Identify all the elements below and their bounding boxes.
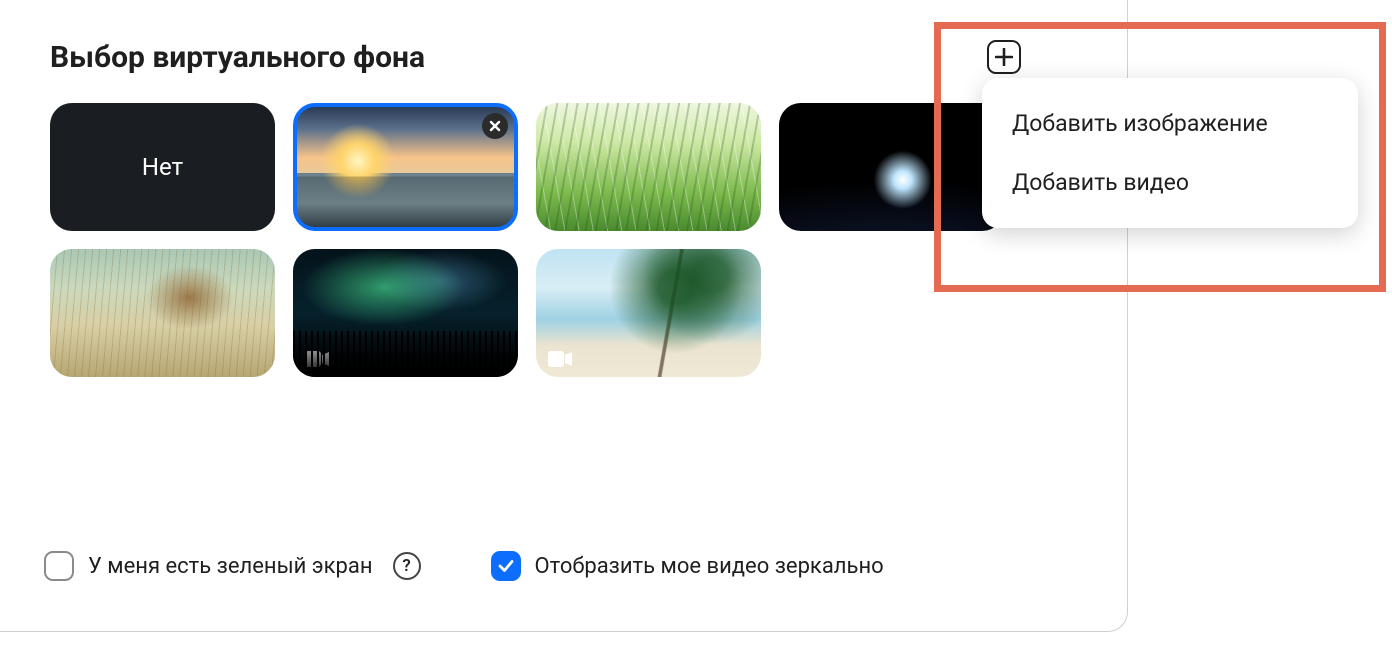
green-screen-option[interactable]: У меня есть зеленый экран ? (44, 551, 421, 581)
video-badge (303, 349, 331, 369)
add-background-button[interactable] (987, 40, 1021, 74)
none-label: Нет (142, 153, 183, 181)
background-option-grass[interactable] (536, 103, 761, 231)
plus-icon (995, 48, 1013, 66)
background-option-earth[interactable] (779, 103, 1004, 231)
green-screen-label: У меня есть зеленый экран (88, 554, 373, 579)
add-background-dropdown: Добавить изображение Добавить видео (982, 78, 1358, 228)
green-screen-checkbox[interactable] (44, 551, 74, 581)
mirror-video-option[interactable]: Отобразить мое видео зеркально (491, 551, 884, 581)
add-image-menu-item[interactable]: Добавить изображение (982, 94, 1358, 153)
close-icon (489, 120, 501, 132)
background-option-none[interactable]: Нет (50, 103, 275, 231)
add-video-menu-item[interactable]: Добавить видео (982, 153, 1358, 212)
virtual-background-panel: Выбор виртуального фона Нет (0, 0, 1128, 632)
background-grid: Нет (50, 103, 1050, 377)
background-option-aurora[interactable] (293, 249, 518, 377)
background-option-beach[interactable] (536, 249, 761, 377)
section-title: Выбор виртуального фона (50, 40, 1077, 75)
background-option-grassland[interactable] (50, 249, 275, 377)
check-icon (497, 557, 515, 575)
video-icon (305, 351, 329, 367)
remove-background-button[interactable] (482, 113, 508, 139)
green-screen-help-button[interactable]: ? (393, 552, 421, 580)
video-icon (548, 351, 572, 367)
background-option-bridge[interactable] (293, 103, 518, 231)
footer-options: У меня есть зеленый экран ? Отобразить м… (44, 551, 884, 581)
mirror-video-checkbox[interactable] (491, 551, 521, 581)
help-icon: ? (402, 556, 410, 576)
mirror-video-label: Отобразить мое видео зеркально (535, 554, 884, 579)
video-badge (546, 349, 574, 369)
